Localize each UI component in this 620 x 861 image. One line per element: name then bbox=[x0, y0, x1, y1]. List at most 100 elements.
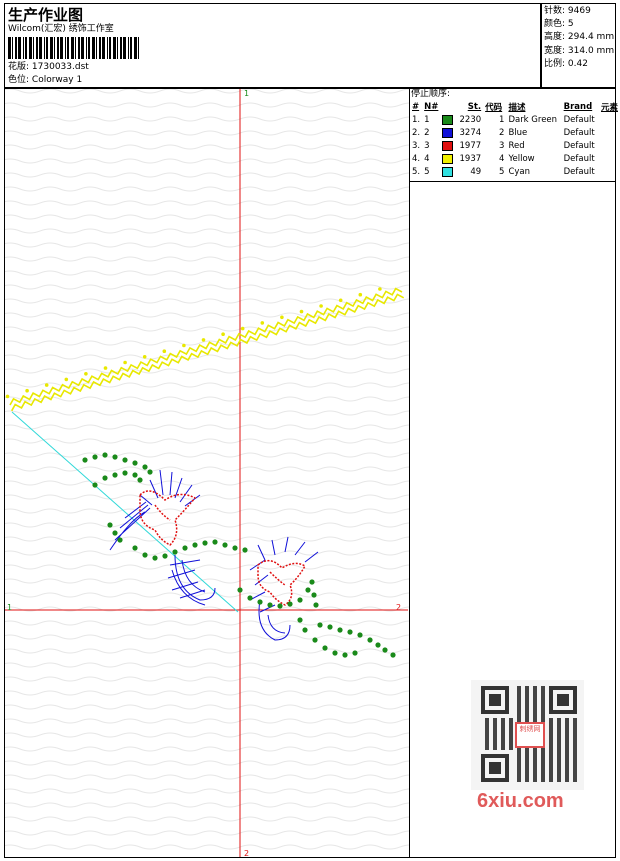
color-swatch bbox=[442, 140, 454, 151]
green-stitch-dot bbox=[312, 637, 318, 643]
green-stitch-dot bbox=[267, 602, 273, 608]
zigzag-dot bbox=[5, 394, 10, 399]
sequence-table-wrap: # N# St. 代码 描述 Brand 元素 1. 1 2230 1 Dark Gre… bbox=[410, 100, 620, 178]
zigzag-dot bbox=[299, 309, 304, 314]
axis-label-top: 1 bbox=[244, 89, 250, 98]
green-stitch-dot bbox=[332, 650, 338, 656]
stats-list: 针数: 9469 颜色: 5 高度: 294.4 mm 宽度: 314.0 mm… bbox=[544, 5, 614, 71]
cell-desc: Blue bbox=[508, 127, 528, 138]
sequence-row: 1. 1 2230 1 Dark Green Default bbox=[410, 113, 620, 126]
col-hash: # bbox=[412, 101, 420, 112]
watermark-site: 6xiu.com bbox=[477, 790, 564, 812]
cell-no: 1 bbox=[424, 114, 430, 125]
cell-code: 1 bbox=[499, 114, 505, 125]
green-stitch-dot bbox=[92, 482, 98, 488]
cell-st: 49 bbox=[440, 165, 483, 178]
green-stitch-dot bbox=[375, 642, 381, 648]
green-stitch-dot bbox=[102, 452, 108, 458]
green-stitch-dot bbox=[132, 545, 138, 551]
watermark-stamp: 刺绣网 bbox=[515, 722, 545, 748]
sequence-row: 2. 2 3274 2 Blue Default bbox=[410, 126, 620, 139]
color-swatch bbox=[442, 114, 454, 125]
zigzag-dot bbox=[280, 315, 284, 320]
green-stitch-dot bbox=[322, 645, 328, 651]
sequence-table: # N# St. 代码 描述 Brand 元素 1. 1 2230 1 Dark Gre… bbox=[410, 100, 620, 178]
cell-no: 5 bbox=[424, 166, 430, 177]
colorway-value: Colorway 1 bbox=[31, 75, 83, 85]
cell-no: 4 bbox=[424, 153, 430, 164]
green-stitch-dot bbox=[132, 472, 138, 478]
cell-code: 5 bbox=[499, 166, 505, 177]
sequence-row: 3. 3 1977 3 Red Default bbox=[410, 139, 620, 152]
zigzag-dot bbox=[64, 377, 69, 382]
zigzag-dot bbox=[378, 287, 382, 291]
axis-label-bottom: 2 bbox=[244, 849, 250, 858]
cell-brand: Default bbox=[563, 166, 595, 177]
green-stitch-dot bbox=[102, 475, 108, 481]
green-stitch-dot bbox=[247, 595, 253, 601]
software-label: Wilcom(汇宏) 绣饰工作室 bbox=[8, 24, 114, 34]
cell-brand: Default bbox=[563, 127, 595, 138]
green-stitch-dot bbox=[142, 464, 148, 470]
green-stitch-dot bbox=[309, 579, 315, 585]
green-stitch-dot bbox=[311, 592, 317, 598]
cell-element bbox=[599, 126, 620, 139]
green-stitch-dot bbox=[172, 549, 178, 555]
green-stitch-dot bbox=[222, 542, 228, 548]
col-code: 代码 bbox=[485, 102, 503, 113]
cell-hash: 1. bbox=[412, 114, 421, 125]
green-stitch-dot bbox=[92, 454, 98, 460]
green-stitch-dot bbox=[82, 457, 88, 463]
green-stitch-dot bbox=[152, 555, 158, 561]
cell-element bbox=[599, 152, 620, 165]
cell-hash: 4. bbox=[412, 153, 421, 164]
col-st: St. bbox=[467, 101, 482, 112]
cell-st: 1937 bbox=[440, 152, 483, 165]
stat-scale: 比例: 0.42 bbox=[544, 58, 588, 69]
cell-element bbox=[599, 113, 620, 126]
cell-no: 2 bbox=[424, 127, 430, 138]
cell-hash: 5. bbox=[412, 166, 421, 177]
fabric-texture bbox=[5, 89, 409, 857]
green-stitch-dot bbox=[232, 545, 238, 551]
color-swatch bbox=[442, 166, 454, 177]
green-stitch-dot bbox=[112, 472, 118, 478]
cell-st: 2230 bbox=[440, 113, 483, 126]
cell-brand: Default bbox=[563, 114, 595, 125]
design-file-row: 花版: 1730033.dst bbox=[8, 62, 89, 73]
zigzag-dot bbox=[162, 349, 167, 354]
colorway-label: 色位: bbox=[8, 75, 30, 85]
green-stitch-dot bbox=[357, 632, 363, 638]
green-stitch-dot bbox=[297, 597, 303, 603]
sequence-title: 停止顺序: bbox=[411, 89, 451, 99]
zigzag-dot bbox=[25, 388, 29, 393]
green-stitch-dot bbox=[382, 647, 388, 653]
green-stitch-dot bbox=[297, 617, 303, 623]
green-stitch-dot bbox=[137, 477, 143, 483]
cell-brand: Default bbox=[563, 153, 595, 164]
green-stitch-dot bbox=[242, 547, 248, 553]
green-stitch-dot bbox=[132, 460, 138, 466]
color-swatch bbox=[442, 153, 454, 164]
cell-element bbox=[599, 165, 620, 178]
zigzag-dot bbox=[123, 360, 127, 365]
cell-brand: Default bbox=[563, 140, 595, 151]
green-stitch-dot bbox=[117, 537, 123, 543]
sequence-divider bbox=[410, 181, 616, 182]
cell-code: 4 bbox=[499, 153, 505, 164]
green-stitch-dot bbox=[142, 552, 148, 558]
axis-label-left: 1 bbox=[7, 603, 13, 612]
cell-no: 3 bbox=[424, 140, 430, 151]
green-stitch-dot bbox=[112, 530, 118, 536]
green-stitch-dot bbox=[112, 454, 118, 460]
green-stitch-dot bbox=[347, 629, 353, 635]
zigzag-dot bbox=[260, 321, 265, 325]
cell-st: 1977 bbox=[440, 139, 483, 152]
sequence-row: 5. 5 49 5 Cyan Default bbox=[410, 165, 620, 178]
green-stitch-dot bbox=[192, 542, 198, 548]
col-element: 元素 bbox=[600, 102, 618, 113]
cell-element bbox=[599, 139, 620, 152]
zigzag-dot bbox=[358, 292, 363, 297]
barcode bbox=[8, 37, 143, 59]
green-stitch-dot bbox=[313, 602, 319, 608]
